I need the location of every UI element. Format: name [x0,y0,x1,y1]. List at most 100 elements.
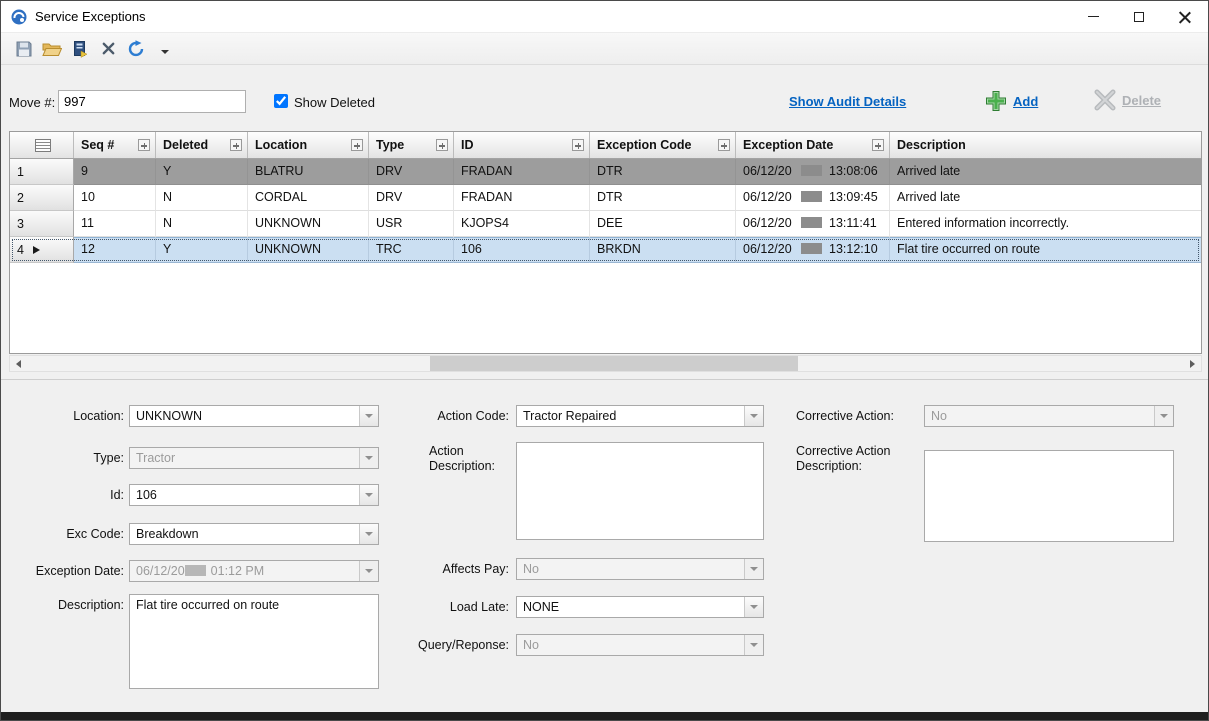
minimize-icon [1088,16,1099,17]
action-description-textarea[interactable] [516,442,764,540]
show-audit-details-link[interactable]: Show Audit Details [789,94,906,109]
query-response-label: Query/Reponse: [411,638,509,653]
row-selector-icon [35,139,51,152]
query-response-combo: No [516,634,764,656]
column-header-location[interactable]: Location [248,132,369,158]
close-button[interactable] [1162,1,1208,32]
pin-icon[interactable] [436,139,448,151]
row-number-cell[interactable]: 2 [10,185,74,211]
cell-seq: 11 [74,211,156,237]
delete-row-button[interactable] [95,36,121,62]
cell-location: UNKNOWN [248,211,369,237]
title-bar[interactable]: Service Exceptions [1,1,1208,33]
location-combo[interactable]: UNKNOWN [129,405,379,427]
column-header-seq[interactable]: Seq # [74,132,156,158]
dropdown-button[interactable] [744,406,763,426]
cell-description: Entered information incorrectly. [890,211,1201,237]
column-header-type[interactable]: Type [369,132,454,158]
row-number-cell[interactable]: 3 [10,211,74,237]
table-row[interactable]: 1 9 Y BLATRU DRV FRADAN DTR 06/12/2013:0… [10,159,1201,185]
table-row-selected[interactable]: 4 12 Y UNKNOWN TRC 106 BRKDN 06/12/2013:… [10,237,1201,263]
horizontal-scrollbar[interactable] [9,355,1202,372]
pin-icon[interactable] [572,139,584,151]
column-header-deleted[interactable]: Deleted [156,132,248,158]
chevron-down-icon [750,643,758,647]
cell-deleted: Y [156,159,248,185]
action-description-label: Action Description: [429,444,511,474]
cell-description: Arrived late [890,159,1201,185]
delete-x-icon [101,41,116,56]
corrective-action-description-textarea[interactable] [924,450,1174,542]
column-header-exception-date[interactable]: Exception Date [736,132,890,158]
redaction-box [801,243,822,254]
add-button[interactable]: Add [984,89,1038,113]
exc-code-combo[interactable]: Breakdown [129,523,379,545]
exception-date-label: Exception Date: [9,564,124,579]
table-row[interactable]: 2 10 N CORDAL DRV FRADAN DTR 06/12/2013:… [10,185,1201,211]
action-code-combo[interactable]: Tractor Repaired [516,405,764,427]
move-number-input[interactable] [58,90,246,113]
cell-deleted: N [156,185,248,211]
scrollbar-thumb[interactable] [430,356,798,371]
pin-icon[interactable] [230,139,242,151]
dropdown-button [1154,406,1173,426]
description-label: Description: [9,598,124,613]
row-number-cell[interactable]: 1 [10,159,74,185]
cell-exception-date: 06/12/2013:11:41 [736,211,890,237]
delete-button[interactable]: Delete [1093,89,1161,111]
chevron-down-icon [1160,414,1168,418]
maximize-button[interactable] [1116,1,1162,32]
open-icon [42,40,62,58]
affects-pay-combo: No [516,558,764,580]
table-row[interactable]: 3 11 N UNKNOWN USR KJOPS4 DEE 06/12/2013… [10,211,1201,237]
pin-icon[interactable] [351,139,363,151]
redaction-box [185,565,206,576]
show-deleted-label: Show Deleted [294,95,375,110]
dropdown-button[interactable] [744,597,763,617]
cell-seq: 9 [74,159,156,185]
dropdown-button[interactable] [359,524,378,544]
refresh-button[interactable] [123,36,149,62]
column-header-description[interactable]: Description [890,132,1201,158]
pin-icon[interactable] [872,139,884,151]
id-combo[interactable]: 106 [129,484,379,506]
dropdown-button [359,448,378,468]
show-deleted-checkbox[interactable] [274,94,288,108]
cell-location: UNKNOWN [248,237,369,263]
cell-id: KJOPS4 [454,211,590,237]
grid-corner-header[interactable] [10,132,74,158]
service-exceptions-window: Service Exceptions Move #: Show Deleted [0,0,1209,721]
corrective-action-combo: No [924,405,1174,427]
pin-icon[interactable] [718,139,730,151]
delete-x-big-icon [1093,89,1117,111]
scroll-right-button[interactable] [1184,356,1201,371]
chevron-down-icon [750,414,758,418]
cell-deleted: N [156,211,248,237]
delete-label: Delete [1122,93,1161,108]
column-header-id[interactable]: ID [454,132,590,158]
pin-icon[interactable] [138,139,150,151]
add-label: Add [1013,94,1038,109]
dropdown-button [744,635,763,655]
dropdown-button[interactable] [359,485,378,505]
toolbar-options-button[interactable] [151,36,177,62]
export-button[interactable] [67,36,93,62]
cell-type: DRV [369,159,454,185]
minimize-button[interactable] [1070,1,1116,32]
location-label: Location: [9,409,124,424]
cell-exception-code: DEE [590,211,736,237]
load-late-combo[interactable]: NONE [516,596,764,618]
description-textarea[interactable]: Flat tire occurred on route [129,594,379,689]
load-late-label: Load Late: [419,600,509,615]
toolbar-options-icon [161,50,169,54]
column-header-exception-code[interactable]: Exception Code [590,132,736,158]
action-code-label: Action Code: [419,409,509,424]
toolbar [1,33,1208,65]
dropdown-button[interactable] [359,406,378,426]
affects-pay-label: Affects Pay: [419,562,509,577]
cell-type: USR [369,211,454,237]
row-number-cell[interactable]: 4 [10,237,74,263]
save-button[interactable] [11,36,37,62]
open-button[interactable] [39,36,65,62]
scroll-left-button[interactable] [10,356,27,371]
